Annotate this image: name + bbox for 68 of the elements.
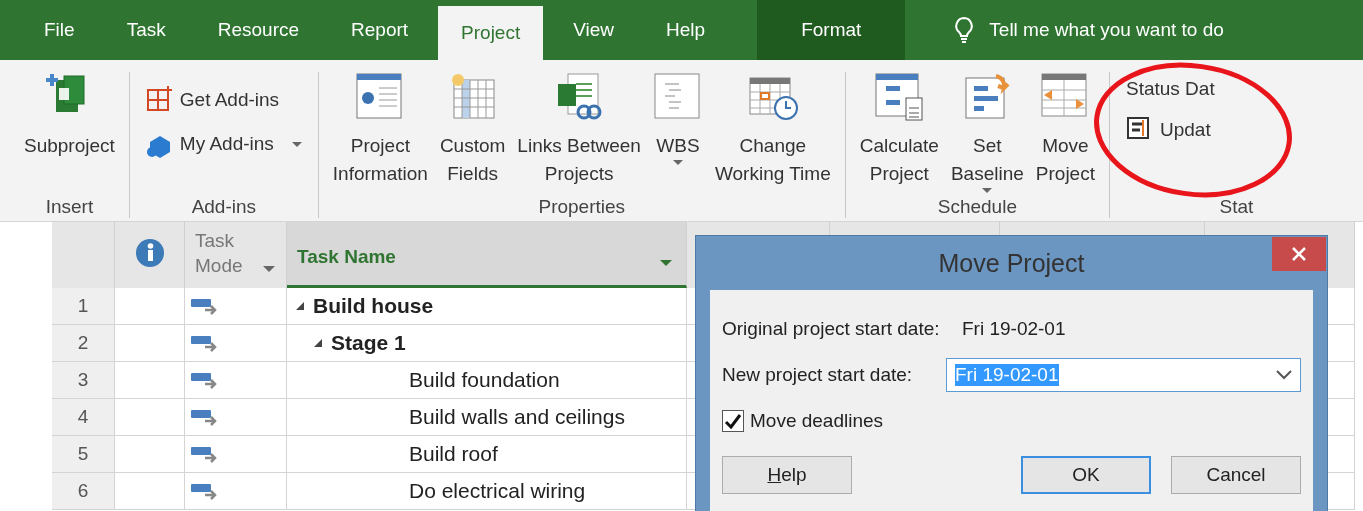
ribbon-tab[interactable]: Task bbox=[104, 0, 188, 60]
task-mode-icon bbox=[191, 407, 217, 427]
ribbon-tab[interactable]: Format bbox=[757, 0, 906, 60]
group-label: Properties bbox=[537, 195, 627, 218]
task-name: Build house bbox=[313, 294, 434, 318]
chevron-down-icon bbox=[1276, 370, 1292, 380]
ribbon-button[interactable]: Updat bbox=[1125, 116, 1215, 144]
row-number: 1 bbox=[52, 288, 115, 325]
checkmark-icon bbox=[724, 413, 742, 429]
ribbon-button[interactable]: My Add-ins bbox=[145, 130, 302, 158]
info-icon bbox=[134, 238, 165, 268]
ribbon-tab[interactable]: Project bbox=[438, 6, 544, 60]
ribbon-button[interactable]: Move Project bbox=[1031, 72, 1099, 188]
task-name: Build walls and ceilings bbox=[409, 405, 625, 429]
ribbon-button[interactable]: WBS bbox=[648, 72, 707, 165]
dialog-button[interactable]: Help bbox=[722, 456, 852, 494]
calculator-chart-icon bbox=[874, 72, 925, 122]
ribbon-button[interactable]: Get Add-ins bbox=[145, 86, 302, 114]
dialog-title: Move Project bbox=[938, 248, 1085, 278]
group-label: Add-ins bbox=[190, 195, 258, 218]
ribbon-tab[interactable]: Report bbox=[329, 0, 431, 60]
task-mode-icon bbox=[191, 333, 217, 353]
field-label: New project start date: bbox=[722, 364, 914, 386]
caret-icon bbox=[982, 188, 993, 193]
dropdown-arrow-icon bbox=[263, 266, 275, 272]
task-name: Build roof bbox=[409, 442, 498, 466]
task-mode-icon bbox=[191, 444, 217, 464]
field-label: Original project start date: bbox=[722, 318, 941, 340]
add-ins-grid-icon bbox=[145, 86, 172, 114]
group-label: Stat bbox=[1218, 195, 1255, 218]
group-label: Insert bbox=[44, 195, 95, 218]
task-mode-icon bbox=[191, 296, 217, 316]
row-number: 4 bbox=[52, 399, 115, 436]
dropdown-arrow-icon bbox=[660, 260, 672, 266]
ribbon-button[interactable]: Subproject bbox=[20, 72, 119, 160]
ribbon-tab[interactable]: Help bbox=[644, 0, 728, 60]
field-value: Fri 19-02-01 bbox=[962, 318, 1066, 340]
row-number: 2 bbox=[52, 325, 115, 362]
lightbulb-icon bbox=[953, 16, 976, 44]
caret-icon bbox=[291, 141, 302, 147]
row-number: 5 bbox=[52, 436, 115, 473]
task-name: Do electrical wiring bbox=[409, 479, 586, 503]
ribbon-tab[interactable]: File bbox=[22, 0, 97, 60]
close-button[interactable] bbox=[1272, 237, 1326, 271]
dialog-button[interactable]: Cancel bbox=[1171, 456, 1301, 494]
caret-icon bbox=[672, 160, 683, 165]
status-date-label: Status Dat bbox=[1125, 77, 1215, 100]
task-name: Stage 1 bbox=[331, 331, 406, 355]
ribbon-tab[interactable]: Resource bbox=[195, 0, 322, 60]
ribbon-button[interactable]: Change Working Time bbox=[710, 72, 835, 188]
ribbon-button[interactable]: Project Information bbox=[328, 72, 432, 188]
task-mode-icon bbox=[191, 481, 217, 501]
ribbon-button[interactable]: Calculate Project bbox=[855, 72, 943, 188]
task-name: Build foundation bbox=[409, 368, 560, 392]
row-number: 3 bbox=[52, 362, 115, 399]
ribbon-tab[interactable]: View bbox=[551, 0, 637, 60]
tell-me-search[interactable]: Tell me what you want to do bbox=[989, 19, 1224, 41]
ribbon-button[interactable]: Set Baseline bbox=[946, 72, 1028, 193]
group-label: Schedule bbox=[936, 195, 1018, 218]
row-number: 6 bbox=[52, 473, 115, 510]
dialog-button[interactable]: OK bbox=[1021, 456, 1151, 494]
close-icon bbox=[1291, 246, 1307, 262]
ribbon-button[interactable]: Custom Fields bbox=[435, 72, 510, 188]
ribbon-button[interactable]: Links Between Projects bbox=[513, 72, 645, 188]
outline-list-icon bbox=[652, 72, 703, 122]
checkbox[interactable]: Move deadlines bbox=[722, 410, 884, 432]
column-header[interactable]: Task Name bbox=[297, 246, 396, 285]
task-mode-icon bbox=[191, 370, 217, 390]
